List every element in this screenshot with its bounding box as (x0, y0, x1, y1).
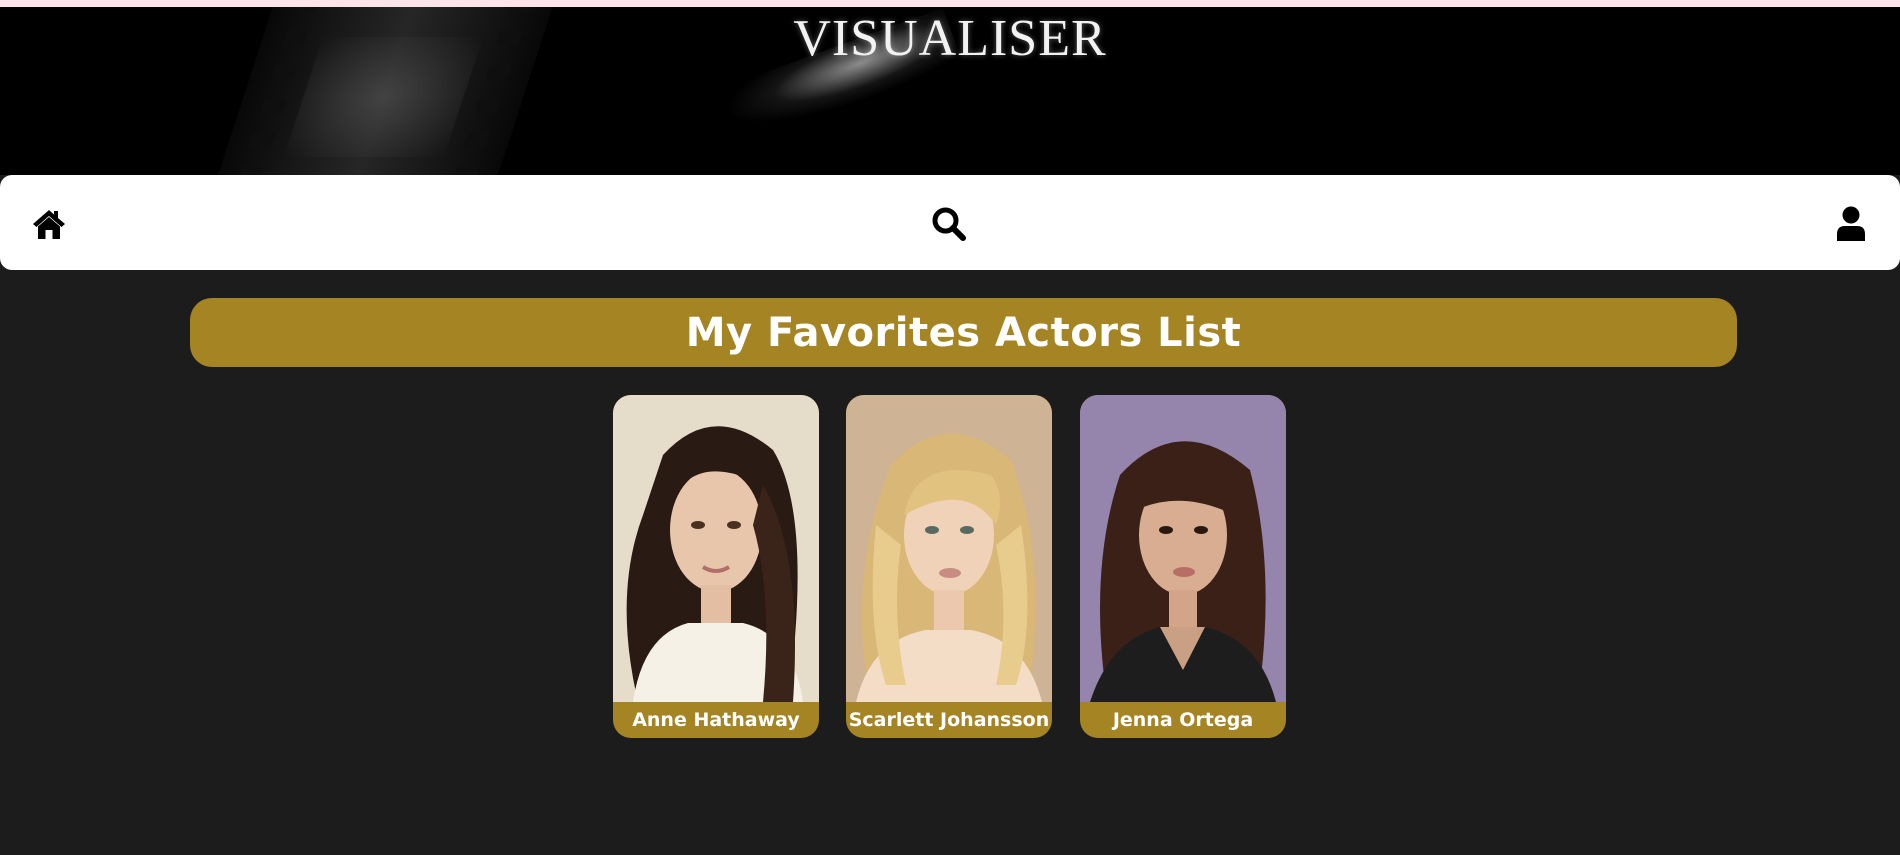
actor-card[interactable]: Anne Hathaway (613, 395, 819, 738)
actor-name: Scarlett Johansson (848, 709, 1050, 731)
user-icon (1837, 206, 1865, 241)
page-title: My Favorites Actors List (685, 309, 1242, 356)
search-button[interactable] (928, 203, 970, 245)
site-logo-title: VISUALISER (793, 10, 1107, 67)
favorites-heading-bar: My Favorites Actors List (190, 298, 1737, 367)
actor-photo (613, 395, 819, 702)
actor-name: Jenna Ortega (1112, 709, 1254, 731)
home-button[interactable] (28, 203, 70, 245)
home-icon (33, 210, 65, 239)
actor-photo (1080, 395, 1286, 702)
actor-card[interactable]: Scarlett Johansson (846, 395, 1052, 738)
search-icon (932, 207, 966, 241)
actor-photo (846, 395, 1052, 702)
top-strip (0, 0, 1900, 7)
nav-bar (0, 175, 1900, 270)
user-profile-button[interactable] (1830, 203, 1872, 245)
actor-name: Anne Hathaway (632, 709, 800, 731)
header-banner: VISUALISER (0, 7, 1900, 175)
actor-card[interactable]: Jenna Ortega (1080, 395, 1286, 738)
